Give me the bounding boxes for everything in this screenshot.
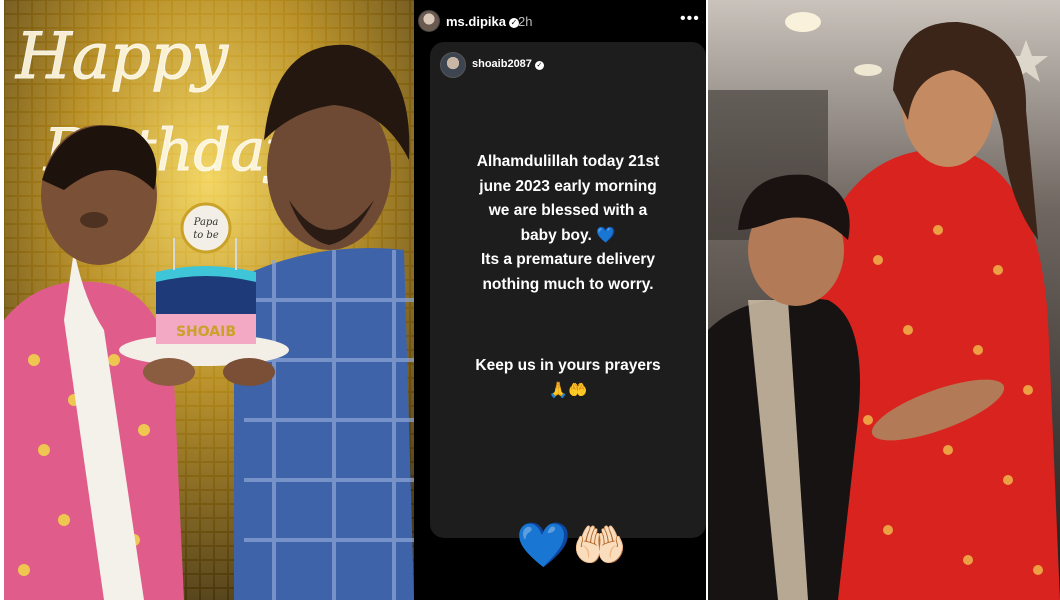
post-line: Keep us in yours prayers (475, 357, 661, 374)
maternity-photo (708, 0, 1060, 600)
post-line: Alhamdulillah today 21st (476, 153, 660, 170)
birthday-photo: Happy Birthday SHOAIB Papa to be (4, 0, 414, 600)
cake-topper-line-2: to be (193, 230, 219, 241)
blue-heart-reaction[interactable]: 💙 (516, 520, 571, 572)
story-username[interactable]: ms.dipika (446, 14, 506, 29)
post-line: baby boy. 💙 (520, 226, 616, 244)
story-username-container[interactable]: ms.dipika ✓ (446, 14, 519, 29)
story-avatar[interactable] (418, 10, 440, 32)
palms-up-reaction[interactable]: 🤲🏻 (572, 520, 627, 572)
post-line: nothing much to worry. (482, 275, 654, 293)
story-header: ms.dipika ✓ 2h ••• (414, 10, 706, 38)
sign-happy: Happy (15, 20, 229, 94)
shared-post-card[interactable]: shoaib2087 ✓ Alhamdulillah today 21st jun… (430, 42, 706, 538)
post-line: 🙏🤲 (548, 381, 588, 399)
post-username-container[interactable]: shoaib2087 ✓ (472, 58, 544, 70)
story-timestamp: 2h (518, 14, 533, 29)
post-line: june 2023 early morning (479, 177, 657, 195)
verified-badge-icon: ✓ (534, 61, 544, 70)
post-prayer-text: Keep us in yours prayers 🙏🤲 (430, 354, 706, 403)
more-horizontal-icon[interactable]: ••• (680, 10, 700, 28)
post-line: we are blessed with a (488, 202, 648, 219)
cake-topper-line-1: Papa (193, 217, 219, 228)
left-photo: Happy Birthday SHOAIB Papa to be (4, 0, 414, 600)
post-line: Its a premature delivery (480, 251, 656, 268)
post-username[interactable]: shoaib2087 (472, 58, 532, 70)
post-announcement-text: Alhamdulillah today 21st june 2023 early… (430, 150, 706, 297)
instagram-story: ms.dipika ✓ 2h ••• shoaib2087 ✓ Alhamdulil… (414, 0, 706, 600)
cake-name: SHOAIB (176, 324, 236, 340)
post-avatar[interactable] (440, 52, 466, 78)
story-reactions: 💙 🤲🏻 (516, 520, 636, 576)
right-photo (708, 0, 1060, 600)
